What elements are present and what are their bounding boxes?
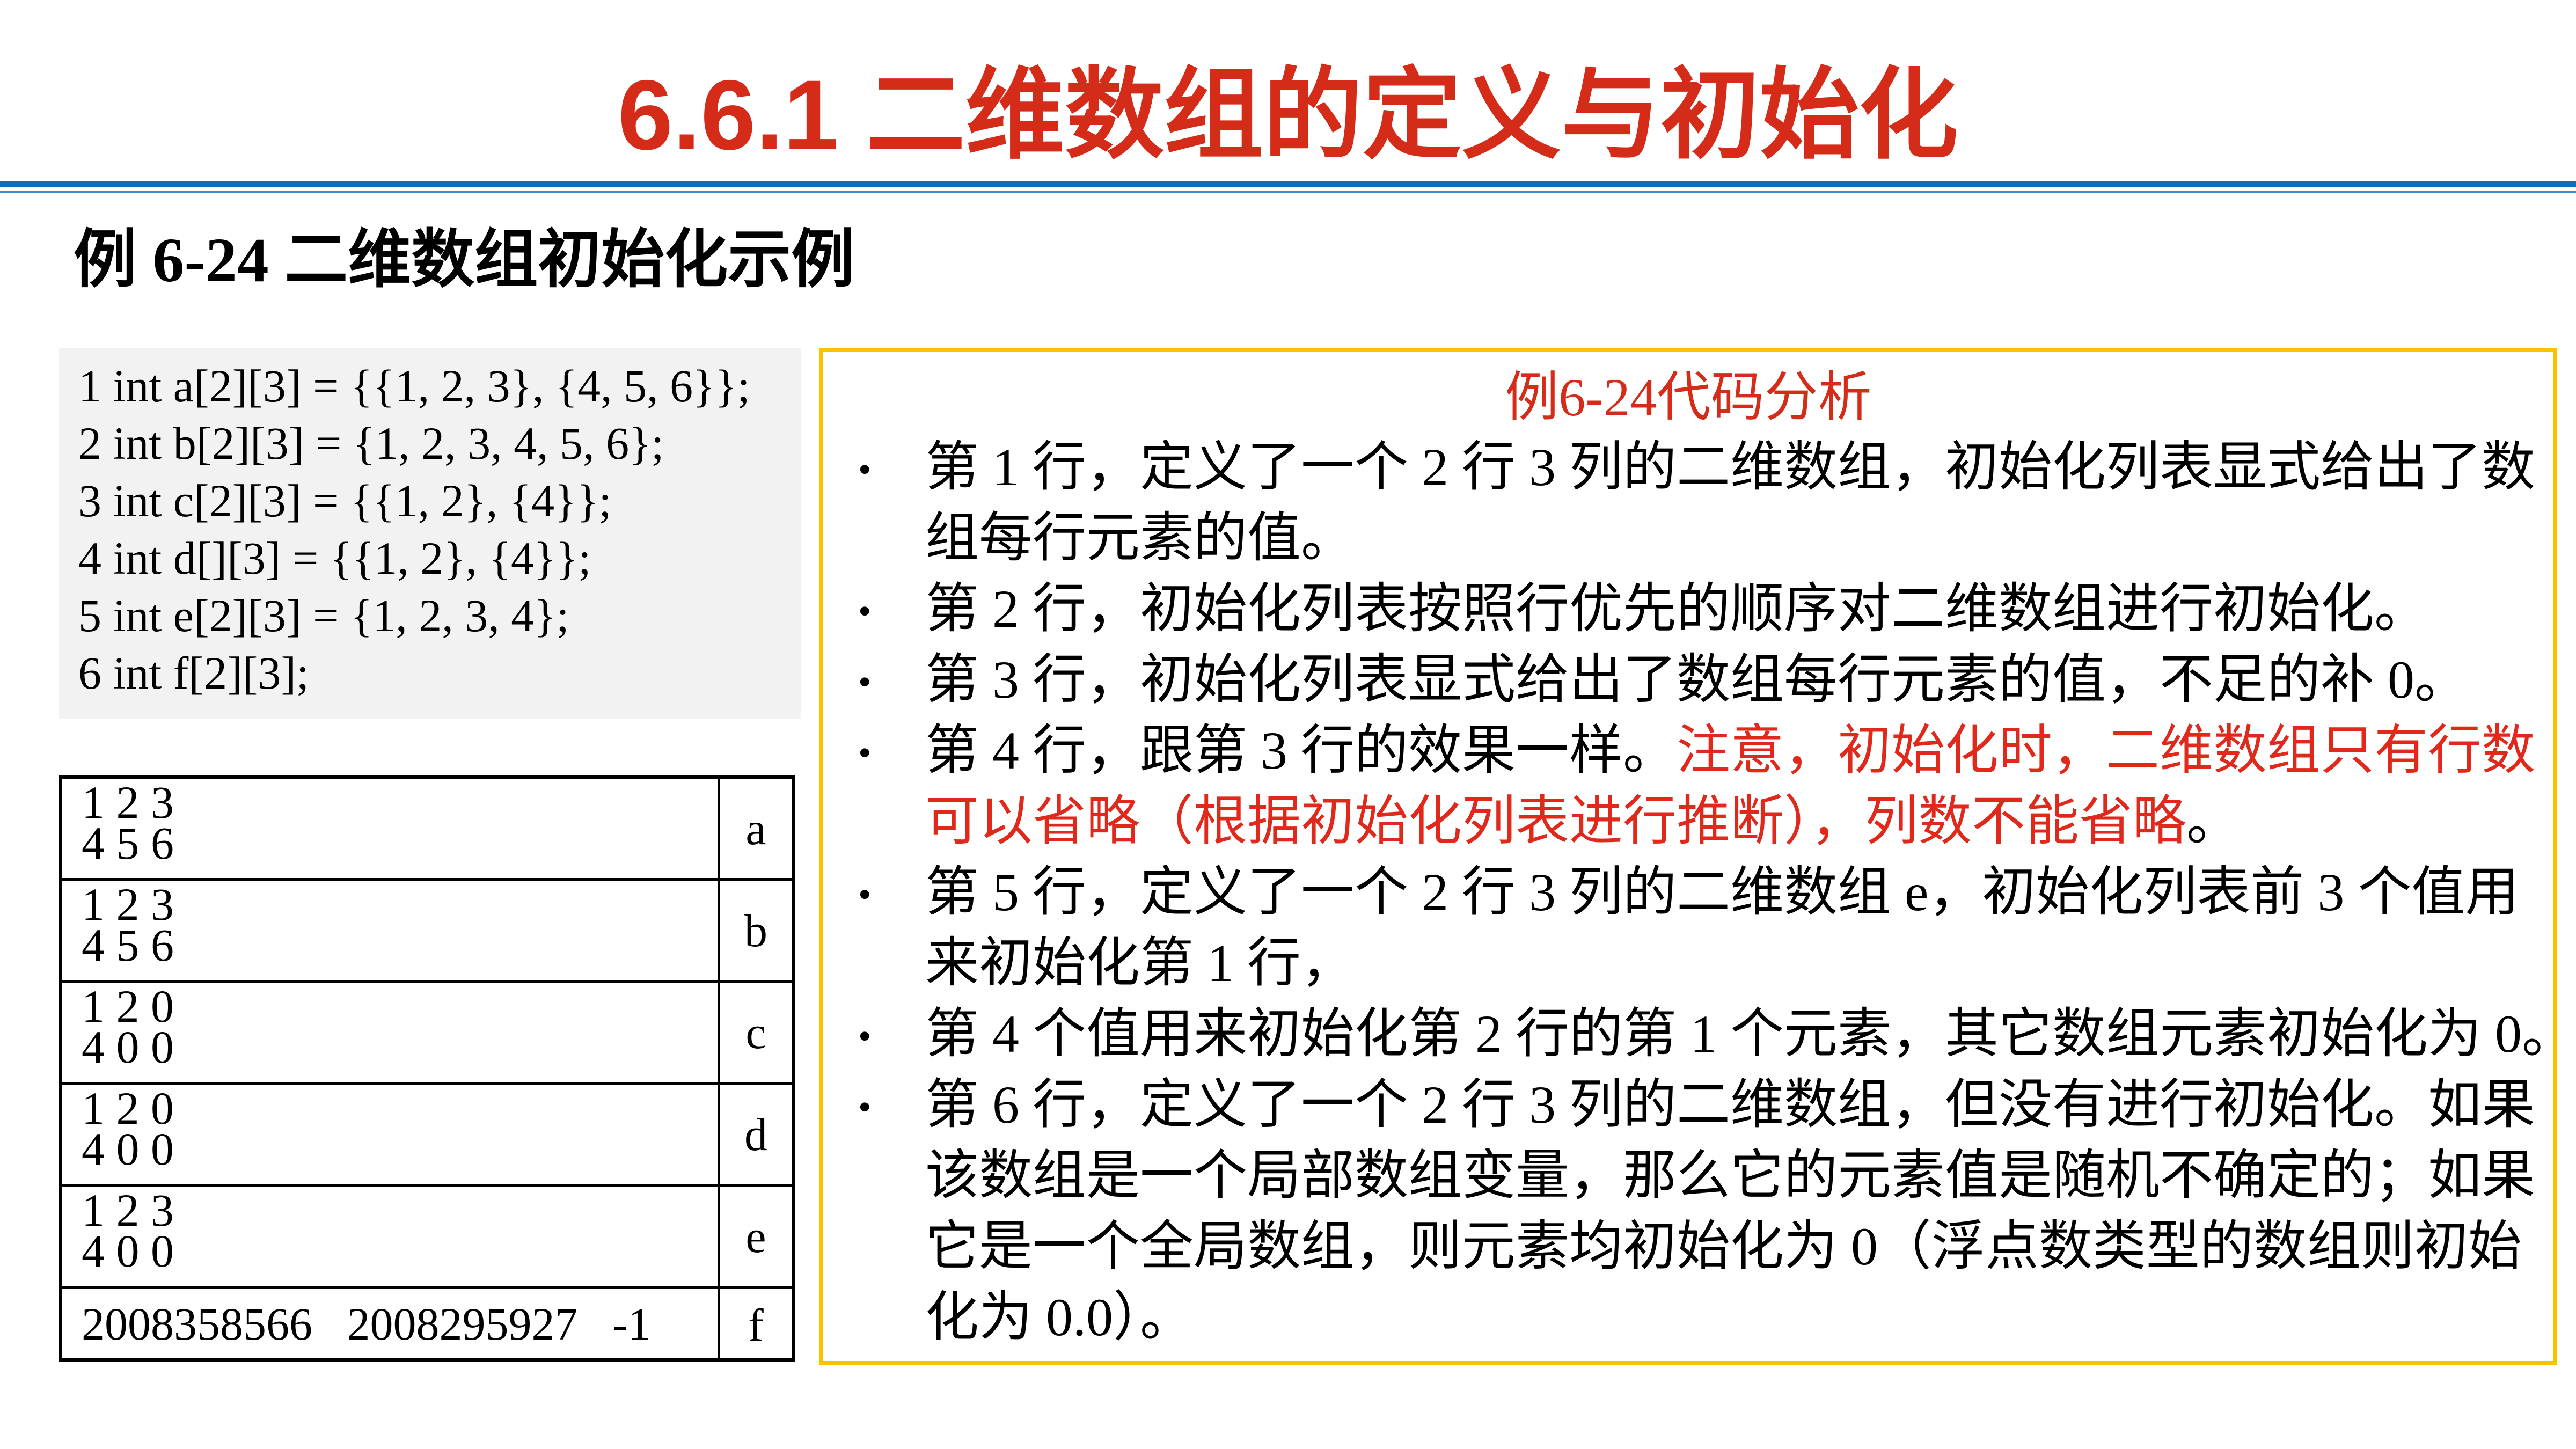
analysis-text: 第 1 行，定义了一个 2 行 3 列的二维数组，初始化列表显式给出了数 (925, 437, 2535, 497)
analysis-line: 第 5 行，定义了一个 2 行 3 列的二维数组 e，初始化列表前 3 个值用 (925, 858, 2519, 927)
output-values: 1 2 0 4 0 0 (82, 980, 174, 1073)
output-row: 1 2 0 4 0 0 d (62, 1085, 792, 1187)
analysis-text: 第 6 行，定义了一个 2 行 3 列的二维数组，但没有进行初始化。如果 (925, 1075, 2535, 1135)
output-row: 2008358566 2008295927 -1 f (62, 1289, 792, 1362)
array-name: f (718, 1289, 792, 1362)
highlighted-note: 注意，初始化时，二维数组只有行数 (1677, 721, 2535, 780)
analysis-text: 来初始化第 1 行， (925, 933, 1355, 993)
analysis-text: 第 5 行，定义了一个 2 行 3 列的二维数组 e，初始化列表前 3 个值用 (925, 862, 2519, 922)
code-analysis-box: 例6-24代码分析 • 第 1 行，定义了一个 2 行 3 列的二维数组，初始化列… (819, 348, 2575, 1365)
analysis-line: 化为 0.0）。 (925, 1283, 1194, 1352)
code-line: 5 int e[2][3] = {1, 2, 3, 4}; (78, 590, 569, 641)
output-row: 1 2 3 4 0 0 e (62, 1187, 792, 1289)
code-line: 1 int a[2][3] = {{1, 2, 3}, {4, 5, 6}}; (78, 360, 750, 412)
code-line: 2 int b[2][3] = {1, 2, 3, 4, 5, 6}; (78, 418, 664, 469)
example-heading: 例 6-24 二维数组初始化示例 (74, 225, 855, 295)
bullet-icon: • (858, 591, 872, 632)
output-values: 1 2 3 4 5 6 (82, 777, 174, 869)
title-divider-thin (0, 191, 2576, 193)
code-block: 1 int a[2][3] = {{1, 2, 3}, {4, 5, 6}}; … (59, 348, 801, 719)
analysis-text: 第 4 行，跟第 3 行的效果一样。 (925, 721, 1677, 780)
output-values: 2008358566 2008295927 -1 (82, 1298, 651, 1350)
highlighted-note: 可以省略（根据初始化列表进行推断），列数不能省略 (925, 792, 2186, 851)
array-name: d (718, 1085, 792, 1184)
title-divider-thick (0, 181, 2576, 187)
array-name: c (718, 983, 792, 1082)
analysis-text: 该数组是一个局部数组变量，那么它的元素值是随机不确定的；如果 (925, 1146, 2535, 1205)
analysis-line: 第 3 行，初始化列表显式给出了数组每行元素的值，不足的补 0。 (925, 645, 2468, 715)
analysis-line: 可以省略（根据初始化列表进行推断），列数不能省略。 (925, 787, 2240, 857)
output-values: 1 2 3 4 0 0 (82, 1184, 174, 1277)
bullet-icon: • (858, 449, 872, 491)
analysis-line: 组每行元素的值。 (925, 503, 1355, 573)
analysis-line: 该数组是一个局部数组变量，那么它的元素值是随机不确定的；如果 (925, 1141, 2535, 1211)
analysis-line: 第 4 个值用来初始化第 2 行的第 1 个元素，其它数组元素初始化为 0。 (925, 999, 2575, 1069)
output-row: 1 2 3 4 5 6 a (62, 779, 792, 881)
analysis-line: 它是一个全局数组，则元素均初始化为 0（浮点数类型的数组则初始 (925, 1212, 2522, 1282)
code-line: 6 int f[2][3]; (78, 647, 309, 699)
code-line: 3 int c[2][3] = {{1, 2}, {4}}; (78, 475, 612, 526)
analysis-line: 第 1 行，定义了一个 2 行 3 列的二维数组，初始化列表显式给出了数 (925, 433, 2535, 502)
output-values: 1 2 3 4 5 6 (82, 879, 174, 971)
analysis-line: 来初始化第 1 行， (925, 928, 1355, 998)
bullet-icon: • (858, 1016, 872, 1057)
analysis-text: 它是一个全局数组，则元素均初始化为 0（浮点数类型的数组则初始 (925, 1217, 2522, 1276)
array-name: a (718, 779, 792, 878)
analysis-line: 第 2 行，初始化列表按照行优先的顺序对二维数组进行初始化。 (925, 574, 2428, 644)
bullet-icon: • (858, 1087, 872, 1128)
analysis-text: 第 2 行，初始化列表按照行优先的顺序对二维数组进行初始化。 (925, 579, 2428, 639)
analysis-text: 化为 0.0）。 (925, 1287, 1194, 1347)
array-name: e (718, 1187, 792, 1286)
analysis-text: 第 4 个值用来初始化第 2 行的第 1 个元素，其它数组元素初始化为 0。 (925, 1004, 2575, 1064)
array-name: b (718, 881, 792, 980)
bullet-icon: • (858, 874, 872, 916)
output-row: 1 2 3 4 5 6 b (62, 881, 792, 983)
slide-title: 6.6.1 二维数组的定义与初始化 (618, 60, 1958, 171)
analysis-title: 例6-24代码分析 (1505, 368, 1872, 427)
output-row: 1 2 0 4 0 0 c (62, 983, 792, 1085)
bullet-icon: • (858, 662, 872, 703)
analysis-text: 。 (2186, 792, 2240, 851)
analysis-text: 组每行元素的值。 (925, 508, 1355, 568)
analysis-text: 第 3 行，初始化列表显式给出了数组每行元素的值，不足的补 0。 (925, 650, 2468, 709)
analysis-line: 第 4 行，跟第 3 行的效果一样。注意，初始化时，二维数组只有行数 (925, 716, 2535, 786)
analysis-line: 第 6 行，定义了一个 2 行 3 列的二维数组，但没有进行初始化。如果 (925, 1070, 2535, 1140)
bullet-icon: • (858, 733, 872, 774)
code-line: 4 int d[][3] = {{1, 2}, {4}}; (78, 532, 591, 584)
output-table: 1 2 3 4 5 6 a 1 2 3 4 5 6 b 1 2 0 4 0 0 … (59, 775, 795, 1362)
output-values: 1 2 0 4 0 0 (82, 1082, 174, 1175)
